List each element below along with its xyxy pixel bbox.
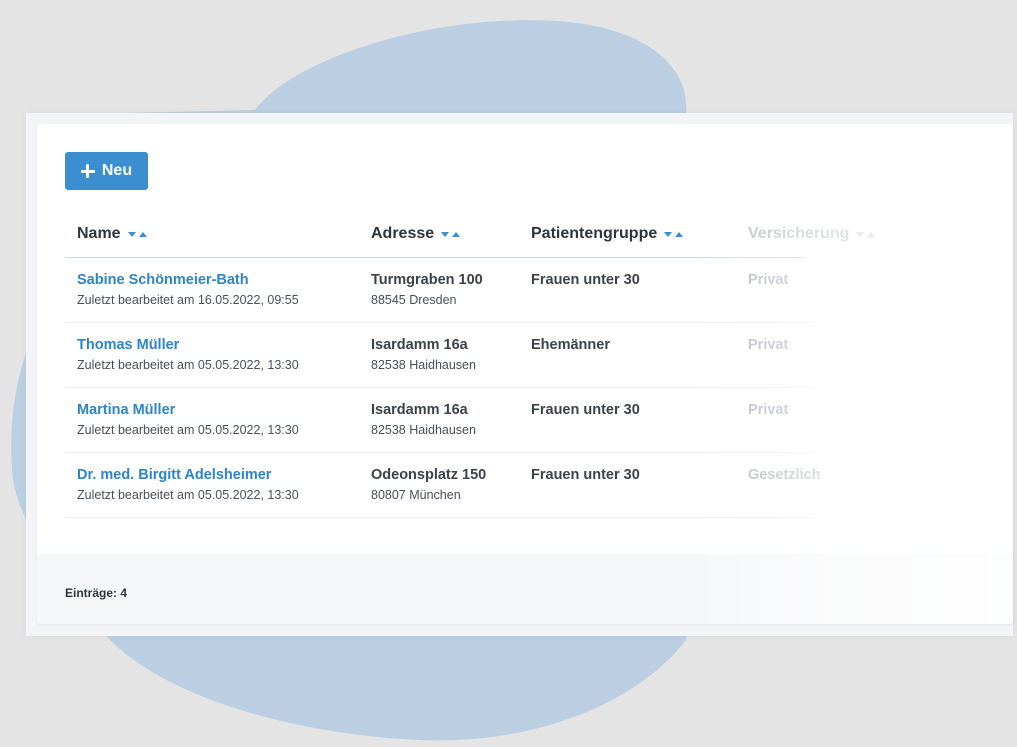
insurance-cell: Privat [748, 337, 788, 353]
table-body: Sabine Schönmeier-Bath Zuletzt bearbeite… [65, 258, 821, 518]
insurance-text: Gesetzlich [748, 467, 821, 483]
name-cell: Thomas Müller Zuletzt bearbeitet am 05.0… [77, 337, 299, 372]
sort-ascending-icon[interactable] [452, 231, 461, 237]
patient-group-cell: Ehemänner [531, 337, 610, 353]
insurance-cell: Privat [748, 402, 788, 418]
patient-name-link[interactable]: Sabine Schönmeier-Bath [77, 272, 299, 288]
city-text: 82538 Haidhausen [371, 423, 476, 437]
table-footer: Einträge: 4 [37, 554, 1013, 624]
city-text: 80807 München [371, 488, 461, 502]
column-header-address[interactable]: Adresse [371, 220, 461, 248]
address-cell: Turmgraben 100 88545 Dresden [371, 272, 483, 307]
sort-controls [441, 231, 461, 237]
patient-name-link[interactable]: Martina Müller [77, 402, 299, 418]
address-cell: Isardamm 16a 82538 Haidhausen [371, 402, 476, 437]
last-edited-text: Zuletzt bearbeitet am 05.05.2022, 13:30 [77, 423, 299, 437]
new-patient-button[interactable]: Neu [65, 152, 148, 190]
insurance-cell: Gesetzlich [748, 467, 821, 483]
insurance-text: Privat [748, 272, 789, 288]
name-cell: Dr. med. Birgitt Adelsheimer Zuletzt bea… [77, 467, 299, 502]
patient-group-cell: Frauen unter 30 [531, 402, 640, 418]
street-text: Isardamm 16a [371, 337, 468, 353]
sort-descending-icon[interactable] [127, 231, 136, 237]
table-row: Dr. med. Birgitt Adelsheimer Zuletzt bea… [65, 453, 821, 518]
patient-name-link[interactable]: Thomas Müller [77, 337, 299, 353]
column-header-insurance[interactable]: Versicherung [748, 220, 876, 248]
entries-count: Einträge: 4 [65, 586, 128, 600]
address-cell: Isardamm 16a 82538 Haidhausen [371, 337, 476, 372]
column-header-label: Adresse [371, 225, 435, 242]
sort-ascending-icon[interactable] [675, 231, 684, 237]
table-row: Martina Müller Zuletzt bearbeitet am 05.… [65, 388, 815, 453]
last-edited-text: Zuletzt bearbeitet am 05.05.2022, 13:30 [77, 358, 299, 372]
patient-list-card: Neu Name Adresse Patientengruppe Versich… [37, 124, 1013, 624]
table-row: Sabine Schönmeier-Bath Zuletzt bearbeite… [65, 258, 815, 323]
city-text: 88545 Dresden [371, 293, 457, 307]
patient-group-text: Frauen unter 30 [531, 272, 640, 288]
patient-group-text: Frauen unter 30 [531, 402, 640, 418]
sort-ascending-icon[interactable] [867, 231, 876, 237]
last-edited-text: Zuletzt bearbeitet am 05.05.2022, 13:30 [77, 488, 299, 502]
sort-controls [856, 231, 876, 237]
column-header-label: Versicherung [748, 225, 850, 242]
new-button-label: Neu [101, 162, 133, 179]
address-cell: Odeonsplatz 150 80807 München [371, 467, 486, 502]
sort-controls [664, 231, 684, 237]
column-header-label: Patientengruppe [531, 225, 658, 242]
sort-descending-icon[interactable] [441, 231, 450, 237]
patient-group-text: Frauen unter 30 [531, 467, 640, 483]
column-header-name[interactable]: Name [77, 220, 147, 248]
patient-group-cell: Frauen unter 30 [531, 272, 640, 288]
column-header-label: Name [77, 225, 121, 242]
insurance-cell: Privat [748, 272, 788, 288]
city-text: 82538 Haidhausen [371, 358, 476, 372]
sort-descending-icon[interactable] [856, 231, 865, 237]
patient-group-cell: Frauen unter 30 [531, 467, 640, 483]
street-text: Isardamm 16a [371, 402, 468, 418]
sort-controls [127, 231, 147, 237]
plus-icon [80, 164, 95, 178]
sort-descending-icon[interactable] [664, 231, 673, 237]
last-edited-text: Zuletzt bearbeitet am 16.05.2022, 09:55 [77, 293, 299, 307]
table-header: Name Adresse Patientengruppe Versicherun… [37, 220, 1013, 256]
patient-name-link[interactable]: Dr. med. Birgitt Adelsheimer [77, 467, 299, 483]
column-header-patient-group[interactable]: Patientengruppe [531, 220, 684, 248]
table-row: Thomas Müller Zuletzt bearbeitet am 05.0… [65, 323, 815, 388]
sort-ascending-icon[interactable] [138, 231, 147, 237]
name-cell: Sabine Schönmeier-Bath Zuletzt bearbeite… [77, 272, 299, 307]
street-text: Turmgraben 100 [371, 272, 483, 288]
street-text: Odeonsplatz 150 [371, 467, 487, 483]
insurance-text: Privat [748, 337, 789, 353]
patient-group-text: Ehemänner [531, 337, 610, 353]
name-cell: Martina Müller Zuletzt bearbeitet am 05.… [77, 402, 299, 437]
insurance-text: Privat [748, 402, 789, 418]
